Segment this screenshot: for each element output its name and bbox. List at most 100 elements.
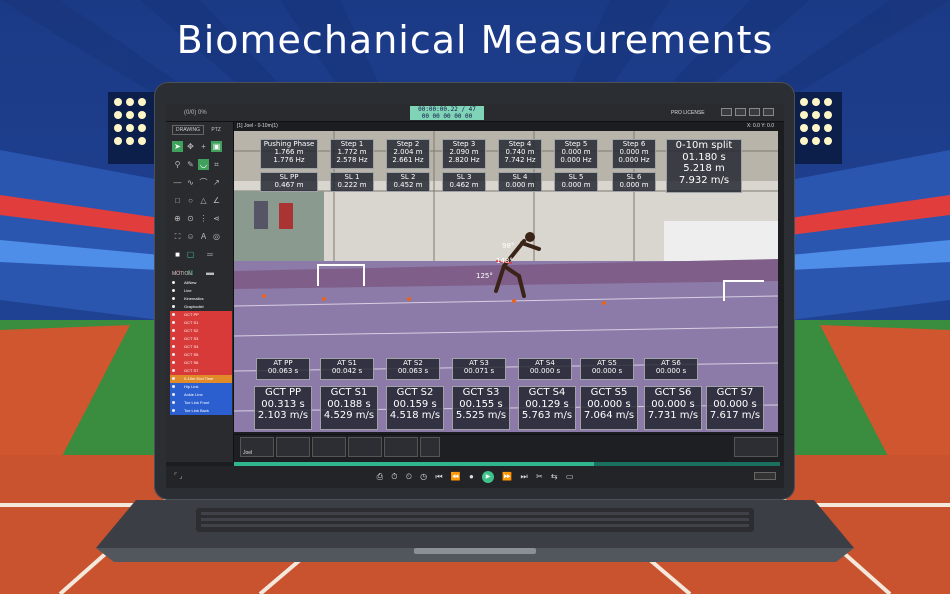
motion-track-item[interactable]: Toe Link Front bbox=[170, 399, 232, 407]
motion-track-item[interactable]: GCT S4 bbox=[170, 343, 232, 351]
layout-grid-icon[interactable] bbox=[749, 108, 760, 116]
motion-track-item[interactable]: GCT S2 bbox=[170, 327, 232, 335]
motion-track-item[interactable]: Ankle Line bbox=[170, 391, 232, 399]
step-measure-box[interactable]: Step 3 2.090 m 2.820 Hz bbox=[442, 139, 486, 169]
scissors-icon[interactable]: ✂ bbox=[536, 466, 543, 488]
circle-tool-icon[interactable]: ○ bbox=[185, 195, 196, 206]
curve-tool-icon[interactable]: ◡ bbox=[198, 159, 209, 170]
play-button-icon[interactable]: ▶ bbox=[482, 470, 495, 483]
air-time-box[interactable]: AT S1 00.042 s bbox=[320, 358, 374, 380]
step-measure-box[interactable]: Step 5 0.000 m 0.000 Hz bbox=[554, 139, 598, 169]
line-style-icon[interactable]: ▬ bbox=[198, 267, 222, 278]
layout-single-icon[interactable] bbox=[721, 108, 732, 116]
step-length-box[interactable]: SL 5 0.000 m bbox=[554, 172, 598, 192]
motion-track-item[interactable]: GCT PP bbox=[170, 311, 232, 319]
angle-tool-icon[interactable]: ∠ bbox=[211, 195, 222, 206]
ground-contact-box[interactable]: GCT S3 00.155 s 5.525 m/s bbox=[452, 386, 510, 430]
step-length-box[interactable]: SL 6 0.000 m bbox=[612, 172, 656, 192]
clip-thumbnail[interactable]: Joel bbox=[240, 437, 274, 457]
tab-ptz[interactable]: PTZ bbox=[211, 127, 220, 133]
layout-split-icon[interactable] bbox=[735, 108, 746, 116]
pen-tool-icon[interactable]: ✎ bbox=[185, 159, 196, 170]
screen-icon[interactable]: ▭ bbox=[566, 466, 574, 488]
path-tool-icon[interactable]: ↗ bbox=[211, 177, 222, 188]
share-tool-icon[interactable]: ⋖ bbox=[211, 213, 222, 224]
motion-track-item[interactable]: Kinematics bbox=[170, 295, 232, 303]
step-measure-box[interactable]: Pushing Phase 1.766 m 1.776 Hz bbox=[260, 139, 318, 169]
fullscreen-icon[interactable]: ⌜ ⌟ bbox=[174, 466, 183, 488]
thumbnail-slot[interactable] bbox=[276, 437, 310, 457]
air-time-box[interactable]: AT S5 00.000 s bbox=[580, 358, 634, 380]
line-weight-icon[interactable]: ═ bbox=[198, 249, 222, 260]
tab-drawing[interactable]: DRAWING bbox=[172, 125, 204, 135]
export-icon[interactable]: ⎙ bbox=[377, 466, 383, 488]
zoom-tool-icon[interactable]: ⊕ bbox=[172, 213, 183, 224]
skip-end-icon[interactable]: ⏭ bbox=[521, 466, 528, 488]
fast-forward-icon[interactable]: ⏩ bbox=[502, 466, 512, 488]
motion-track-item[interactable]: AllNew bbox=[170, 279, 232, 287]
air-time-box[interactable]: AT S3 00.071 s bbox=[452, 358, 506, 380]
ground-contact-box[interactable]: GCT S4 00.129 s 5.763 m/s bbox=[518, 386, 576, 430]
ground-contact-box[interactable]: GCT S6 00.000 s 7.731 m/s bbox=[644, 386, 702, 430]
wave-tool-icon[interactable]: ∿ bbox=[185, 177, 196, 188]
color-white-icon[interactable]: ■ bbox=[172, 249, 183, 260]
motion-track-item[interactable]: Line bbox=[170, 287, 232, 295]
ground-contact-box[interactable]: GCT S2 00.159 s 4.518 m/s bbox=[386, 386, 444, 430]
compare-icon[interactable]: ⇆ bbox=[551, 466, 558, 488]
ground-contact-box[interactable]: GCT S7 00.000 s 7.617 m/s bbox=[706, 386, 764, 430]
pointer-tool-icon[interactable]: ➤ bbox=[172, 141, 183, 152]
split-measure-box[interactable]: 0-10m split 01.180 s 5.218 m 7.932 m/s bbox=[666, 139, 742, 193]
step-length-box[interactable]: SL PP 0.467 m bbox=[260, 172, 318, 192]
line-tool-icon[interactable]: — bbox=[172, 177, 183, 188]
rewind-icon[interactable]: ⏪ bbox=[451, 466, 461, 488]
layout-quad-icon[interactable] bbox=[763, 108, 774, 116]
thumbnail-slot[interactable] bbox=[312, 437, 346, 457]
step-length-box[interactable]: SL 1 0.222 m bbox=[330, 172, 374, 192]
ground-contact-box[interactable]: GCT PP 00.313 s 2.103 m/s bbox=[254, 386, 312, 430]
step-measure-box[interactable]: Step 2 2.004 m 2.661 Hz bbox=[386, 139, 430, 169]
motion-track-item[interactable]: Toe Link Back bbox=[170, 407, 232, 415]
skip-start-icon[interactable]: ⏮ bbox=[435, 466, 442, 488]
triangle-tool-icon[interactable]: △ bbox=[198, 195, 209, 206]
grid-tool-icon[interactable]: ⋮ bbox=[198, 213, 209, 224]
step-length-box[interactable]: SL 3 0.462 m bbox=[442, 172, 486, 192]
step-measure-box[interactable]: Step 4 0.740 m 7.742 Hz bbox=[498, 139, 542, 169]
stopwatch-icon[interactable]: ⏱ bbox=[391, 466, 397, 488]
air-time-box[interactable]: AT S6 00.000 s bbox=[644, 358, 698, 380]
motion-track-item[interactable]: GCT S3 bbox=[170, 335, 232, 343]
motion-track-item[interactable]: GCT S5 bbox=[170, 351, 232, 359]
focus-tool-icon[interactable]: ◎ bbox=[211, 231, 222, 242]
record-icon[interactable]: ● bbox=[469, 466, 474, 488]
arc-tool-icon[interactable]: ⌒ bbox=[198, 177, 209, 188]
clock-icon[interactable]: ◷ bbox=[420, 466, 427, 488]
motion-track-item[interactable]: GCT S6 bbox=[170, 359, 232, 367]
layout-picker[interactable] bbox=[734, 437, 778, 457]
target-tool-icon[interactable]: ⊙ bbox=[185, 213, 196, 224]
move-tool-icon[interactable]: ✥ bbox=[185, 141, 196, 152]
air-time-box[interactable]: AT S2 00.063 s bbox=[386, 358, 440, 380]
crop-tool-icon[interactable]: ⌗ bbox=[211, 159, 222, 170]
step-length-box[interactable]: SL 2 0.452 m bbox=[386, 172, 430, 192]
motion-track-item[interactable]: GCT S7 bbox=[170, 367, 232, 375]
volume-slider[interactable] bbox=[754, 472, 776, 480]
air-time-box[interactable]: AT S4 00.000 s bbox=[518, 358, 572, 380]
air-time-box[interactable]: AT PP 00.063 s bbox=[256, 358, 310, 380]
magnifier-tool-icon[interactable]: ⚲ bbox=[172, 159, 183, 170]
expand-tool-icon[interactable]: ⛶ bbox=[172, 231, 183, 242]
add-tool-icon[interactable]: + bbox=[198, 141, 209, 152]
thumbnail-grid-icon[interactable] bbox=[420, 437, 440, 457]
motion-track-item[interactable]: 0-10m End Time bbox=[170, 375, 232, 383]
motion-track-item[interactable]: Graphodiel bbox=[170, 303, 232, 311]
text-tool-icon[interactable]: A bbox=[198, 231, 209, 242]
video-viewer[interactable]: [1] Joel - 0-10m(1) X: 0.0 Y: 0.0 Pushin… bbox=[234, 122, 778, 432]
step-length-box[interactable]: SL 4 0.000 m bbox=[498, 172, 542, 192]
person-tool-icon[interactable]: ☺ bbox=[185, 231, 196, 242]
frame-tool-icon[interactable]: ▣ bbox=[211, 141, 222, 152]
step-measure-box[interactable]: Step 1 1.772 m 2.578 Hz bbox=[330, 139, 374, 169]
ground-contact-box[interactable]: GCT S5 00.000 s 7.064 m/s bbox=[580, 386, 638, 430]
timeline[interactable]: Joel bbox=[234, 434, 784, 466]
color-green-icon[interactable]: ▢ bbox=[185, 249, 196, 260]
timer-icon[interactable]: ⏲ bbox=[406, 466, 412, 488]
motion-track-item[interactable]: GCT S1 bbox=[170, 319, 232, 327]
thumbnail-slot[interactable] bbox=[348, 437, 382, 457]
